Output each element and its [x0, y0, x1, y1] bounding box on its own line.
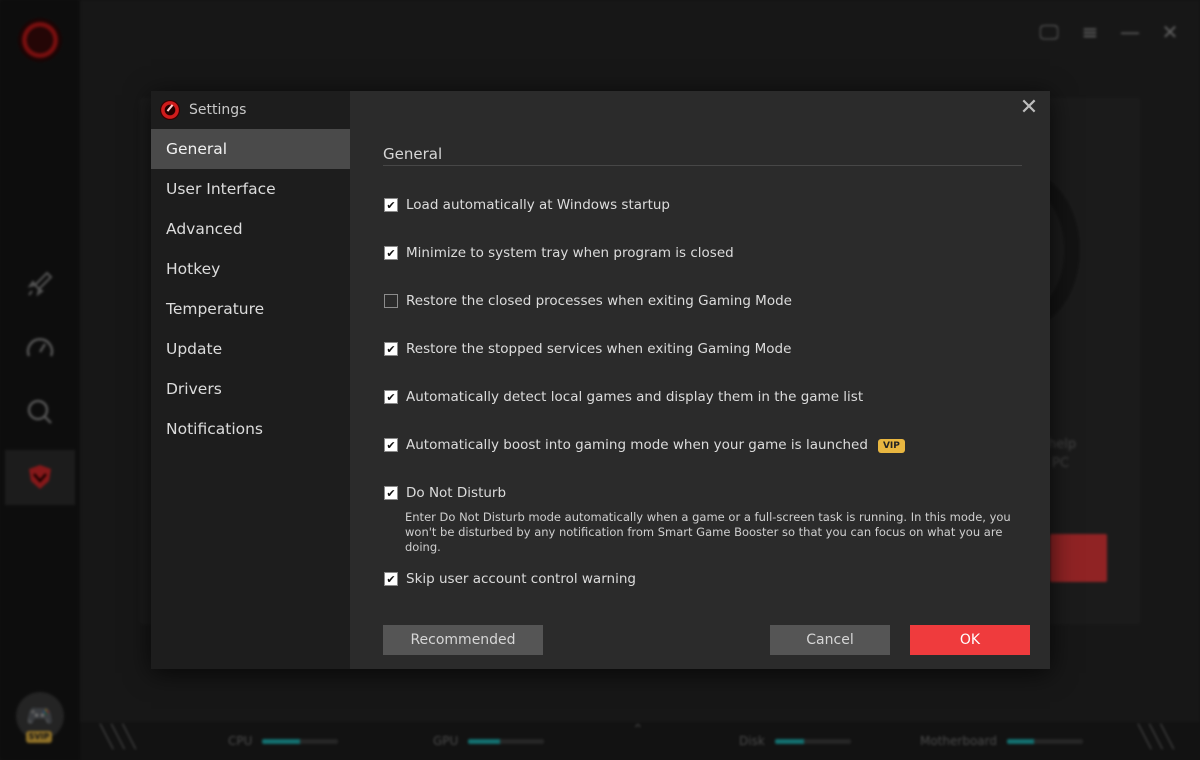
- cancel-button[interactable]: Cancel: [770, 625, 890, 655]
- dialog-header: Settings: [151, 91, 350, 129]
- option-text: Restore the stopped services when exitin…: [406, 341, 792, 357]
- nav-item-notifications[interactable]: Notifications: [151, 409, 350, 449]
- section-divider: [383, 165, 1022, 166]
- option-text: Restore the closed processes when exitin…: [406, 293, 792, 309]
- nav-item-drivers[interactable]: Drivers: [151, 369, 350, 409]
- ok-button[interactable]: OK: [910, 625, 1030, 655]
- option-text: Do Not Disturb: [406, 485, 507, 501]
- option-label[interactable]: Do Not Disturb: [406, 485, 506, 501]
- option-row: ✔ Skip user account control warning: [384, 571, 636, 587]
- option-text: Automatically boost into gaming mode whe…: [406, 437, 868, 453]
- option-checkbox[interactable]: ✔: [384, 246, 398, 260]
- option-text: Automatically detect local games and dis…: [406, 389, 864, 405]
- settings-sidebar: Settings General User Interface Advanced Ho…: [151, 91, 350, 669]
- dialog-title: Settings: [189, 102, 247, 118]
- option-row: ✔ Minimize to system tray when program is…: [384, 245, 734, 261]
- option-checkbox[interactable]: [384, 294, 398, 308]
- option-label[interactable]: Load automatically at Windows startup: [406, 197, 670, 213]
- settings-nav: General User Interface Advanced Hotkey Tempe…: [151, 129, 350, 449]
- option-label[interactable]: Automatically boost into gaming mode whe…: [406, 437, 905, 453]
- nav-item-user-interface[interactable]: User Interface: [151, 169, 350, 209]
- nav-item-hotkey[interactable]: Hotkey: [151, 249, 350, 289]
- settings-content: ✕ General ✔ Load automatically at Windows…: [350, 91, 1050, 669]
- dnd-description: Enter Do Not Disturb mode automatically …: [405, 510, 1011, 554]
- nav-item-advanced[interactable]: Advanced: [151, 209, 350, 249]
- app-logo-icon: [160, 100, 180, 120]
- nav-item-update[interactable]: Update: [151, 329, 350, 369]
- option-row: ✔ Automatically boost into gaming mode wh…: [384, 437, 905, 453]
- option-row: Restore the closed processes when exitin…: [384, 293, 792, 309]
- option-checkbox[interactable]: ✔: [384, 438, 398, 452]
- option-row: ✔ Restore the stopped services when exiti…: [384, 341, 791, 357]
- vip-badge: VIP: [877, 439, 905, 453]
- option-row: ✔ Automatically detect local games and di…: [384, 389, 863, 405]
- option-text: Load automatically at Windows startup: [406, 197, 670, 213]
- settings-dialog: Settings General User Interface Advanced Ho…: [151, 91, 1050, 669]
- option-label[interactable]: Skip user account control warning: [406, 571, 636, 587]
- option-label[interactable]: Restore the stopped services when exitin…: [406, 341, 791, 357]
- nav-item-temperature[interactable]: Temperature: [151, 289, 350, 329]
- nav-item-general[interactable]: General: [151, 129, 350, 169]
- option-checkbox[interactable]: ✔: [384, 486, 398, 500]
- option-text: Minimize to system tray when program is …: [406, 245, 734, 261]
- option-text: Skip user account control warning: [406, 571, 636, 587]
- option-checkbox[interactable]: ✔: [384, 198, 398, 212]
- option-checkbox[interactable]: ✔: [384, 390, 398, 404]
- option-checkbox[interactable]: ✔: [384, 572, 398, 586]
- option-row: ✔ Load automatically at Windows startup: [384, 197, 670, 213]
- recommended-button[interactable]: Recommended: [383, 625, 543, 655]
- option-checkbox[interactable]: ✔: [384, 342, 398, 356]
- option-label[interactable]: Restore the closed processes when exitin…: [406, 293, 792, 309]
- option-row: ✔ Do Not Disturb: [384, 485, 506, 501]
- option-label[interactable]: Minimize to system tray when program is …: [406, 245, 734, 261]
- option-label[interactable]: Automatically detect local games and dis…: [406, 389, 863, 405]
- section-title: General: [383, 145, 443, 163]
- close-icon[interactable]: ✕: [1018, 97, 1040, 119]
